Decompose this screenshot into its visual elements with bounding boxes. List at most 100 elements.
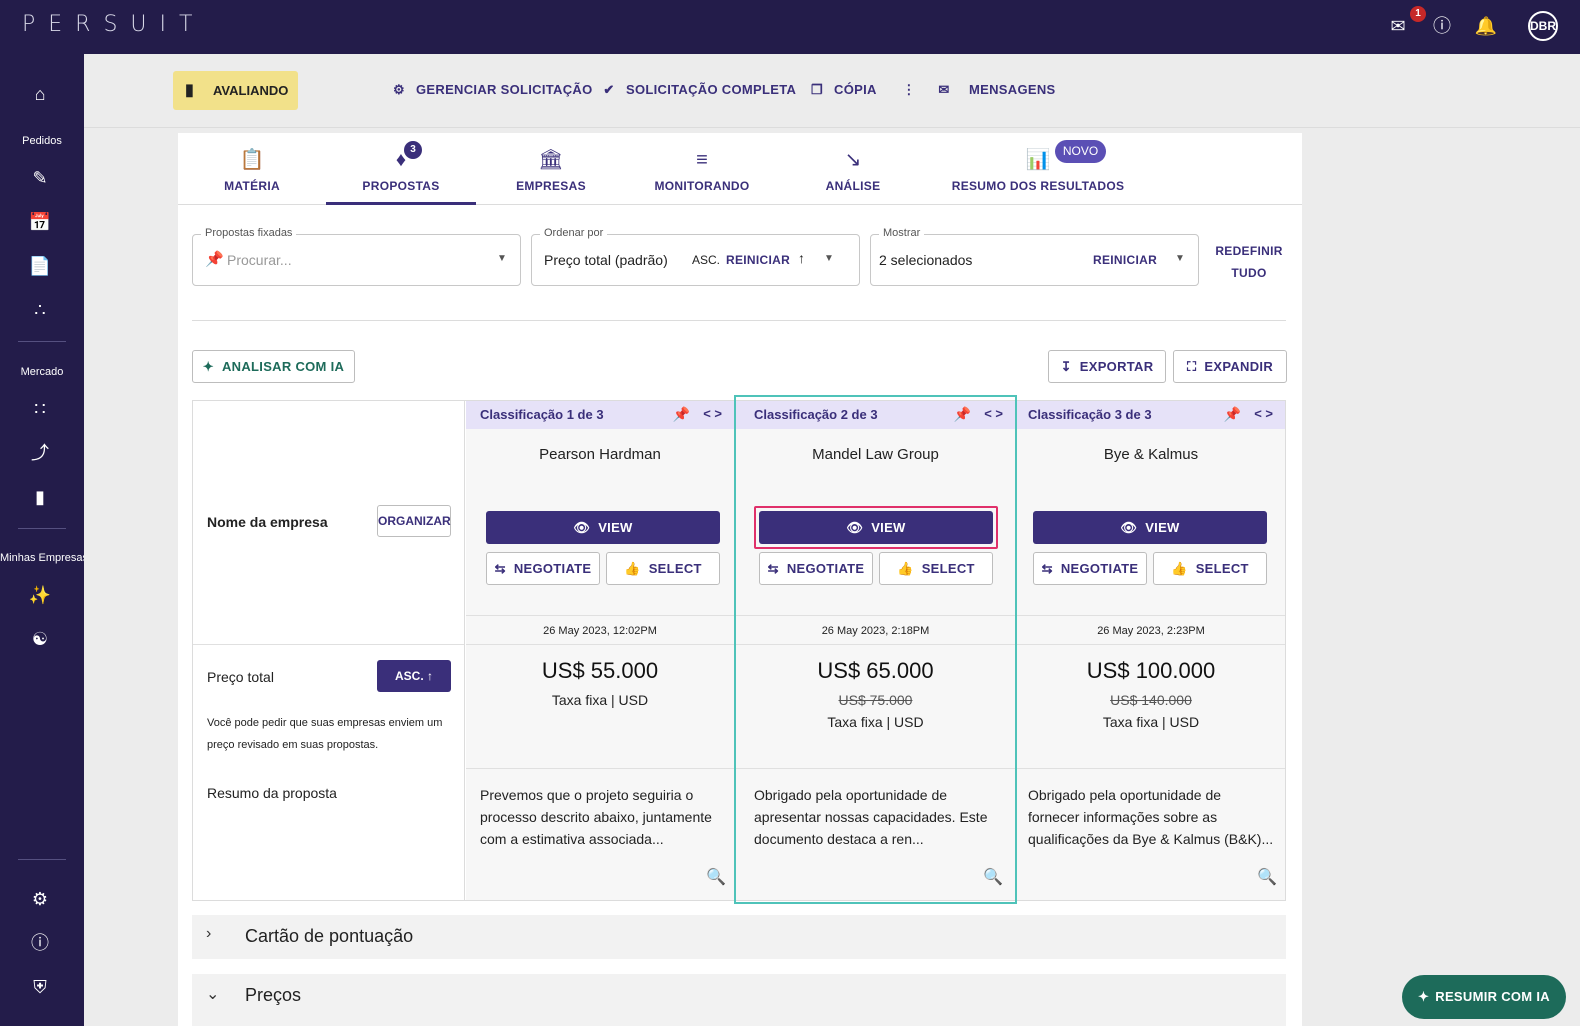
checklist-icon: ≡ xyxy=(696,149,708,171)
gear-icon: ⚙ xyxy=(393,82,405,97)
help-circle-icon[interactable]: ⓘ xyxy=(28,931,52,955)
billing-calendar-icon[interactable]: 📅 xyxy=(28,210,52,234)
move-arrows-icon[interactable]: < > xyxy=(703,406,722,421)
chevron-down-icon[interactable]: ▼ xyxy=(497,253,507,264)
pin-icon[interactable]: 📌 xyxy=(673,406,690,423)
proposal-date: 26 May 2023, 12:02PM xyxy=(543,625,657,637)
show-field[interactable]: Mostrar 2 selecionados REINICIAR ▼ xyxy=(870,227,1199,286)
tab-label: ANÁLISE xyxy=(825,179,881,193)
negotiate-button[interactable]: ⇆ NEGOTIATE xyxy=(1033,552,1147,585)
document-icon[interactable]: 📄 xyxy=(28,254,52,278)
view-button[interactable]: 👁 VIEW xyxy=(486,511,720,544)
clipboard-icon: 📋 xyxy=(239,149,265,171)
row-divider xyxy=(466,768,734,769)
tab-monitorando[interactable]: ≡ MONITORANDO xyxy=(626,133,778,205)
new-request-icon[interactable]: ✎ xyxy=(28,166,52,190)
move-arrows-icon[interactable]: < > xyxy=(1254,406,1273,421)
total-price-row-label: Preço total xyxy=(207,669,274,685)
sort-asc-label: ASC. xyxy=(394,669,424,683)
pinned-proposals-field[interactable]: Propostas fixadas 📌 Procurar... ▼ xyxy=(192,227,521,286)
view-button[interactable]: 👁 VIEW xyxy=(1033,511,1267,544)
scatter-chart-icon[interactable]: ∷ xyxy=(28,397,52,421)
zoom-in-icon[interactable]: 🔍 xyxy=(1257,867,1277,887)
complete-request-button[interactable]: ✔ SOLICITAÇÃO COMPLETA xyxy=(600,81,796,99)
status-chip[interactable]: ▮ AVALIANDO xyxy=(173,71,298,110)
bubbles-icon[interactable]: ∴ xyxy=(28,298,52,322)
trend-icon: ↘ xyxy=(844,149,862,171)
scorecard-section[interactable]: › Cartão de pontuação xyxy=(192,915,1286,959)
firm-name: Bye & Kalmus xyxy=(1103,446,1199,463)
expand-button[interactable]: ⛶ EXPANDIR xyxy=(1173,350,1287,383)
manage-request-button[interactable]: ⚙ GERENCIAR SOLICITAÇÃO xyxy=(390,81,593,99)
notification-badge: 1 xyxy=(1410,6,1426,22)
tab-label: RESUMO DOS RESULTADOS xyxy=(951,179,1125,193)
reset-all-line-2: TUDO xyxy=(1231,266,1267,280)
select-button[interactable]: 👍 SELECT xyxy=(606,552,720,585)
negotiate-label: NEGOTIATE xyxy=(513,561,592,576)
export-button[interactable]: ↧ EXPORTAR xyxy=(1048,350,1166,383)
shield-icon[interactable]: ⛨ xyxy=(28,975,52,999)
fee-type: Taxa fixa | USD xyxy=(551,692,649,708)
prices-section[interactable]: ⌄ Preços xyxy=(192,974,1286,1026)
report-icon: 📊 xyxy=(1025,149,1051,171)
show-reset-button[interactable]: REINICIAR xyxy=(1093,253,1157,267)
order-by-field[interactable]: Ordenar por Preço total (padrão) ASC. RE… xyxy=(531,227,860,286)
chat-icon[interactable]: ✉ xyxy=(1386,14,1410,38)
zoom-in-icon[interactable]: 🔍 xyxy=(706,867,726,887)
help-icon[interactable]: ⓘ xyxy=(1430,14,1454,38)
copy-button[interactable]: ❐ CÓPIA xyxy=(808,81,877,99)
trend-search-icon[interactable]: ⤴ xyxy=(28,441,52,465)
focused-view-button-outline xyxy=(754,506,998,549)
avatar[interactable]: DBR xyxy=(1528,11,1558,41)
copy-label: CÓPIA xyxy=(834,82,877,97)
home-icon[interactable]: ⌂ xyxy=(28,82,52,106)
thumbs-up-icon: 👍 xyxy=(624,561,641,576)
sidebar: ⌂ Pedidos ✎ 📅 📄 ∴ Mercado ∷ ⤴ ▮ Minhas E… xyxy=(0,54,84,1026)
tab-resumo-dos-resultados[interactable]: 📊 RESUMO DOS RESULTADOS xyxy=(938,133,1138,205)
price-hint: Você pode pedir que suas empresas enviem… xyxy=(207,717,443,751)
settings-icon[interactable]: ⚙ xyxy=(28,887,52,911)
arrow-up-icon[interactable]: ↑ xyxy=(798,250,805,266)
proposals-count-badge: 3 xyxy=(404,141,422,159)
messages-button[interactable]: ✉ MENSAGENS xyxy=(935,81,1056,99)
chevron-down-icon[interactable]: ▼ xyxy=(1175,253,1185,264)
reset-all-button[interactable]: REDEFINIR TUDO xyxy=(1214,244,1284,280)
tab-materia[interactable]: 📋 MATÉRIA xyxy=(178,133,326,205)
select-button[interactable]: 👍 SELECT xyxy=(1153,552,1267,585)
sidebar-section-minhas-empresas: Minhas Empresas xyxy=(0,552,84,564)
bar-chart-icon[interactable]: ▮ xyxy=(28,485,52,509)
persuit-logo[interactable]: PERSUIT xyxy=(22,12,205,37)
firms-icon[interactable]: ☯ xyxy=(28,627,52,651)
message-icon: ✉ xyxy=(938,82,950,97)
negotiate-button[interactable]: ⇆ NEGOTIATE xyxy=(486,552,600,585)
pin-icon[interactable]: 📌 xyxy=(1224,406,1241,423)
messages-label: MENSAGENS xyxy=(969,82,1056,97)
show-label: Mostrar xyxy=(879,227,925,239)
chevron-down-icon: ⌄ xyxy=(206,986,220,1003)
more-options-icon[interactable]: ⋮ xyxy=(900,81,918,99)
order-reset-button[interactable]: REINICIAR xyxy=(726,253,790,267)
download-icon: ↧ xyxy=(1060,359,1072,374)
proposal-column: Classificação 1 de 3 📌 < > Pearson Hardm… xyxy=(466,401,735,900)
tab-empresas[interactable]: 🏛 EMPRESAS xyxy=(476,133,626,205)
summarize-with-ai-button[interactable]: ✦ RESUMIR COM IA xyxy=(1402,975,1566,1019)
sidebar-divider xyxy=(18,859,66,860)
analyze-with-ai-button[interactable]: ✦ ANALISAR COM IA xyxy=(192,350,355,383)
sort-asc-button[interactable]: ASC. ↑ xyxy=(377,660,451,692)
eye-icon: 👁 xyxy=(573,520,591,535)
negotiate-label: NEGOTIATE xyxy=(1060,561,1139,576)
row-labels-column: Nome da empresa ORGANIZAR Preço total AS… xyxy=(193,401,465,900)
organize-button[interactable]: ORGANIZAR xyxy=(377,505,451,537)
tab-propostas[interactable]: ♦ PROPOSTAS xyxy=(326,133,476,205)
expand-label: EXPANDIR xyxy=(1204,359,1274,374)
row-divider xyxy=(1017,615,1285,616)
magic-wand-icon: ✦ xyxy=(202,359,214,374)
chevron-down-icon[interactable]: ▼ xyxy=(824,253,834,264)
view-label: VIEW xyxy=(598,520,633,535)
insights-icon[interactable]: ✨ xyxy=(28,583,52,607)
bell-icon[interactable]: 🔔 xyxy=(1474,14,1498,38)
firm-name: Pearson Hardman xyxy=(539,446,661,463)
tab-analise[interactable]: ↘ ANÁLISE xyxy=(778,133,928,205)
pin-icon: 📌 xyxy=(205,251,224,268)
order-by-value: Preço total (padrão) xyxy=(544,252,668,268)
